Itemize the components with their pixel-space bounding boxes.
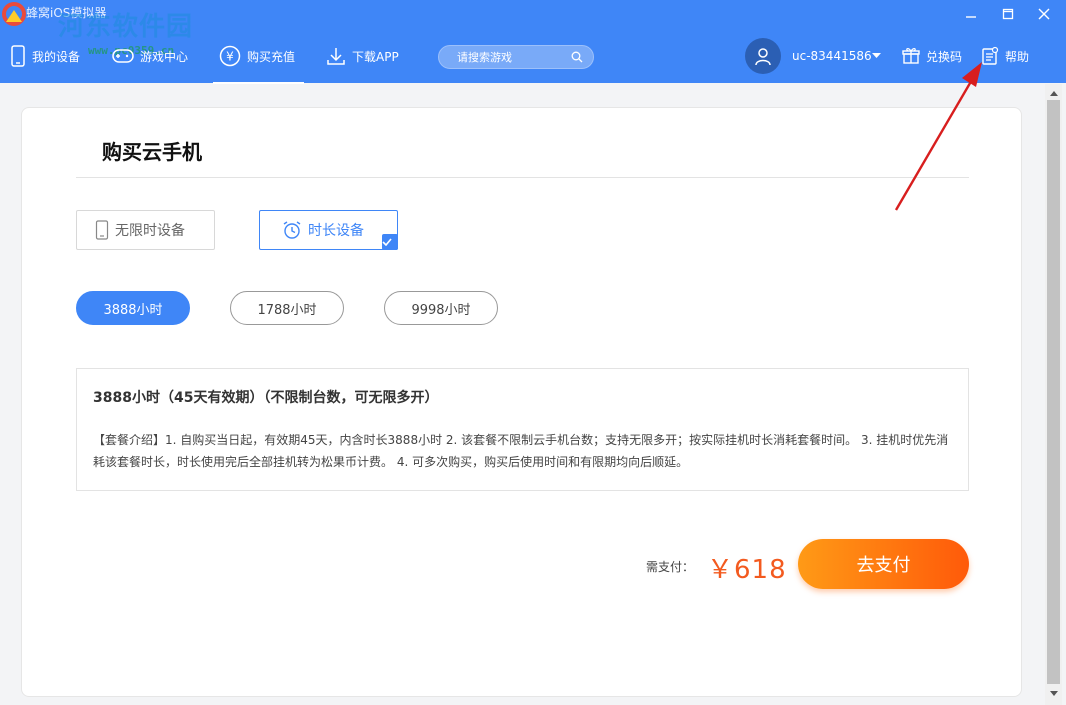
payment-amount: ￥618 <box>707 555 787 585</box>
caret-down-icon <box>1049 690 1058 696</box>
svg-text:¥: ¥ <box>226 50 234 64</box>
phone-outline-icon <box>95 220 109 240</box>
checkmark-icon <box>382 238 392 246</box>
phone-icon <box>11 45 25 67</box>
title-divider <box>76 177 969 178</box>
alarm-clock-icon <box>283 221 301 239</box>
gamepad-icon <box>112 49 134 63</box>
nav-active-indicator <box>213 82 304 84</box>
yen-circle-icon: ¥ <box>219 45 241 67</box>
tab-unlimited-device-label: 无限时设备 <box>115 223 185 239</box>
close-button[interactable] <box>1033 4 1055 24</box>
maximize-button[interactable] <box>997 4 1019 24</box>
minimize-button[interactable] <box>960 4 982 24</box>
nav-download-app[interactable]: 下载APP <box>326 40 399 72</box>
maximize-icon <box>1002 8 1014 20</box>
scroll-up-button[interactable] <box>1048 88 1059 98</box>
package-option-3888[interactable]: 3888小时 <box>76 291 190 325</box>
download-icon <box>327 48 345 65</box>
pay-button[interactable]: 去支付 <box>798 539 969 589</box>
package-description-text: 【套餐介绍】1. 自购买当日起，有效期45天，内含时长3888小时 2. 该套餐… <box>93 433 949 469</box>
redeem-code-button[interactable]: 兑换码 <box>902 44 962 68</box>
redeem-code-label: 兑换码 <box>926 49 963 64</box>
tab-timed-device[interactable]: 时长设备 <box>259 210 398 250</box>
title-bar: 蜂窝iOS模拟器 河东软件园 www.pc0359.cn 我的设备 游戏中心 ¥… <box>0 0 1066 84</box>
nav-my-devices-label: 我的设备 <box>32 49 81 64</box>
search-input[interactable] <box>457 50 565 64</box>
package-option-9998[interactable]: 9998小时 <box>384 291 498 325</box>
scroll-down-button[interactable] <box>1048 688 1059 698</box>
help-label: 帮助 <box>1005 49 1030 64</box>
chevron-down-icon[interactable] <box>872 53 881 59</box>
package-description: 3888小时（45天有效期）（不限制台数，可无限多开） 【套餐介绍】1. 自购买… <box>76 368 969 491</box>
minimize-icon <box>966 16 976 18</box>
nav-my-devices[interactable]: 我的设备 <box>10 40 80 72</box>
help-button[interactable]: 帮助 <box>981 44 1029 68</box>
watermark-text: 河东软件园 <box>58 12 194 42</box>
package-description-title: 3888小时（45天有效期）（不限制台数，可无限多开） <box>93 390 439 406</box>
nav-purchase-label: 购买充值 <box>247 49 296 64</box>
user-icon <box>755 48 771 66</box>
gift-icon <box>902 48 920 64</box>
payment-label: 需支付： <box>646 560 695 574</box>
selected-check-badge <box>382 234 398 250</box>
search-box[interactable] <box>438 45 594 69</box>
package-option-1788[interactable]: 1788小时 <box>230 291 344 325</box>
tab-unlimited-device[interactable]: 无限时设备 <box>76 210 215 250</box>
nav-download-app-label: 下载APP <box>352 49 399 64</box>
tab-timed-device-label: 时长设备 <box>308 223 364 239</box>
nav-game-center-label: 游戏中心 <box>140 49 189 64</box>
username[interactable]: uc-83441586 <box>792 49 872 63</box>
nav-purchase[interactable]: ¥ 购买充值 <box>219 40 295 72</box>
search-icon[interactable] <box>571 51 583 63</box>
vertical-scrollbar[interactable] <box>1045 84 1062 705</box>
caret-up-icon <box>1049 90 1058 96</box>
scroll-thumb[interactable] <box>1047 100 1060 684</box>
help-document-icon <box>982 46 999 65</box>
nav-game-center[interactable]: 游戏中心 <box>112 40 188 72</box>
purchase-card: 购买云手机 无限时设备 时长设备 3888小时 1788小时 9998小时 38… <box>21 107 1022 697</box>
close-icon <box>1038 8 1050 20</box>
avatar[interactable] <box>745 38 781 74</box>
page-title: 购买云手机 <box>102 140 202 164</box>
